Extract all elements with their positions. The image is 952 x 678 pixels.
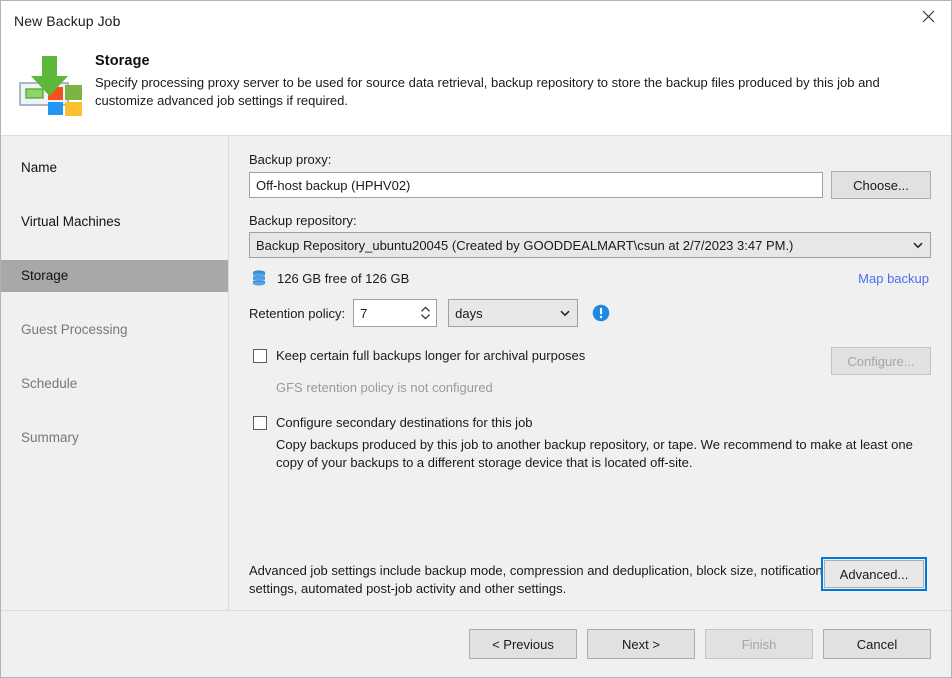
repository-free-space: 126 GB free of 126 GB [277,271,858,286]
chevron-up-icon [420,306,431,313]
retention-value-stepper[interactable]: 7 [353,299,437,327]
dialog-body: Name Virtual Machines Storage Guest Proc… [1,135,951,610]
close-button[interactable] [905,1,951,32]
storage-backup-icon [15,47,89,117]
secondary-destinations-label: Configure secondary destinations for thi… [276,414,931,431]
sidebar-item-summary[interactable]: Summary [1,422,228,454]
storage-backup-icon-art [19,55,87,117]
secondary-destinations-description: Copy backups produced by this job to ano… [276,436,931,472]
stepper-arrows[interactable] [414,300,436,326]
advanced-settings-row: Advanced job settings include backup mod… [249,560,931,598]
advanced-button[interactable]: Advanced... [824,560,924,588]
close-icon [922,10,935,23]
sidebar-item-guest-processing[interactable]: Guest Processing [1,314,228,346]
finish-button[interactable]: Finish [705,629,813,659]
gfs-retention-label: Keep certain full backups longer for arc… [276,347,821,364]
sidebar-item-virtual-machines[interactable]: Virtual Machines [1,206,228,238]
page-description: Specify processing proxy server to be us… [95,74,931,110]
gfs-retention-note: GFS retention policy is not configured [276,380,931,395]
retention-policy-label: Retention policy: [249,306,345,321]
retention-value: 7 [354,306,414,321]
backup-repository-label: Backup repository: [249,213,931,228]
secondary-destinations-checkbox[interactable] [253,416,267,430]
new-backup-job-dialog: New Backup Job Storage [0,0,952,678]
sidebar-item-name[interactable]: Name [1,152,228,184]
header-text-block: Storage Specify processing proxy server … [89,47,931,135]
backup-proxy-label: Backup proxy: [249,152,931,167]
title-bar: New Backup Job [1,1,951,41]
choose-proxy-button[interactable]: Choose... [831,171,931,199]
previous-button[interactable]: < Previous [469,629,577,659]
sidebar-item-storage[interactable]: Storage [1,260,228,292]
gfs-retention-checkbox[interactable] [253,349,267,363]
cancel-button[interactable]: Cancel [823,629,931,659]
wizard-step-sidebar: Name Virtual Machines Storage Guest Proc… [1,136,229,610]
advanced-settings-description: Advanced job settings include backup mod… [249,560,824,598]
gfs-retention-row: Keep certain full backups longer for arc… [249,347,931,375]
storage-settings-panel: Backup proxy: Off-host backup (HPHV02) C… [229,136,951,610]
retention-unit-select[interactable]: days [448,299,578,327]
retention-policy-row: Retention policy: 7 days [249,299,931,327]
dialog-footer: < Previous Next > Finish Cancel [1,610,951,677]
next-button[interactable]: Next > [587,629,695,659]
chevron-down-icon [420,313,431,320]
dialog-header: Storage Specify processing proxy server … [1,41,951,135]
chevron-down-icon [559,307,571,319]
secondary-destinations-row: Configure secondary destinations for thi… [249,414,931,431]
info-exclamation-icon [592,304,610,322]
backup-repository-select[interactable]: Backup Repository_ubuntu20045 (Created b… [249,232,931,258]
backup-proxy-row: Off-host backup (HPHV02) Choose... [249,171,931,199]
backup-proxy-input[interactable]: Off-host backup (HPHV02) [249,172,823,198]
window-title: New Backup Job [1,13,120,29]
repository-capacity-row: 126 GB free of 126 GB Map backup [249,267,931,289]
page-title: Storage [95,53,931,69]
sidebar-item-schedule[interactable]: Schedule [1,368,228,400]
chevron-down-icon [912,239,924,251]
disk-stack-icon [252,270,266,287]
retention-unit-value: days [455,306,553,321]
map-backup-link[interactable]: Map backup [858,271,929,286]
configure-gfs-button[interactable]: Configure... [831,347,931,375]
backup-repository-value: Backup Repository_ubuntu20045 (Created b… [256,238,906,253]
